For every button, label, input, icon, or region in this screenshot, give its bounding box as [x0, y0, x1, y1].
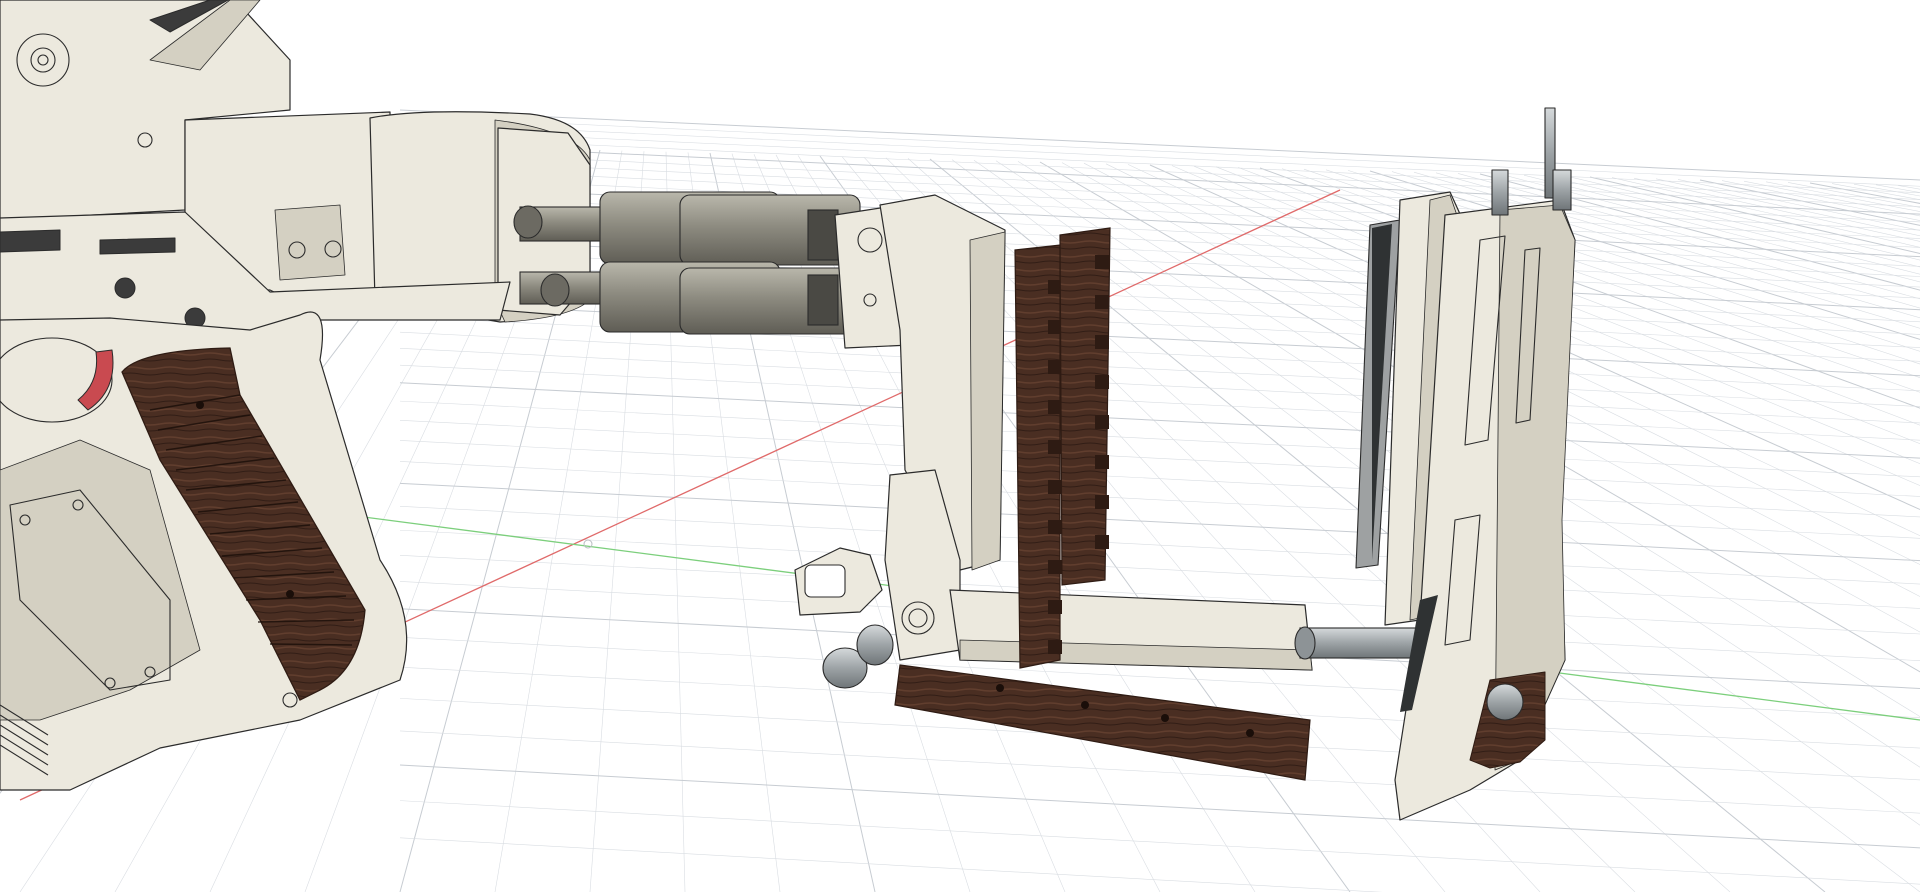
grid-line — [399, 461, 1920, 539]
grid-line — [399, 800, 1920, 885]
grid-line — [1743, 180, 1920, 217]
grid-line — [399, 764, 1920, 849]
grid-line — [1655, 178, 1920, 237]
grid-line — [399, 400, 1920, 478]
grid-line — [1237, 167, 1920, 426]
grid-line — [1721, 180, 1920, 221]
grid-line — [1589, 176, 1920, 254]
grid-line — [399, 115, 1920, 187]
grid-line — [399, 347, 1920, 424]
grid-line — [399, 128, 1920, 200]
stock-wood-rail-front[interactable] — [1014, 244, 1062, 669]
grid-line — [399, 482, 1920, 562]
stock-wood-rail-rear[interactable] — [1059, 227, 1111, 586]
grid-line — [399, 382, 1920, 459]
grid-line — [399, 420, 1920, 497]
grid-line — [1699, 179, 1920, 226]
canvas-3d-viewport[interactable] — [0, 0, 1920, 892]
grid-line — [399, 529, 1920, 609]
viewport-scene[interactable] — [0, 0, 1920, 892]
grid-line — [399, 122, 1920, 194]
grid-line — [399, 505, 1920, 585]
grid-line — [399, 837, 1383, 892]
grid-line — [1875, 184, 1920, 193]
grid-line — [399, 364, 1920, 441]
grid-line — [1897, 185, 1920, 190]
